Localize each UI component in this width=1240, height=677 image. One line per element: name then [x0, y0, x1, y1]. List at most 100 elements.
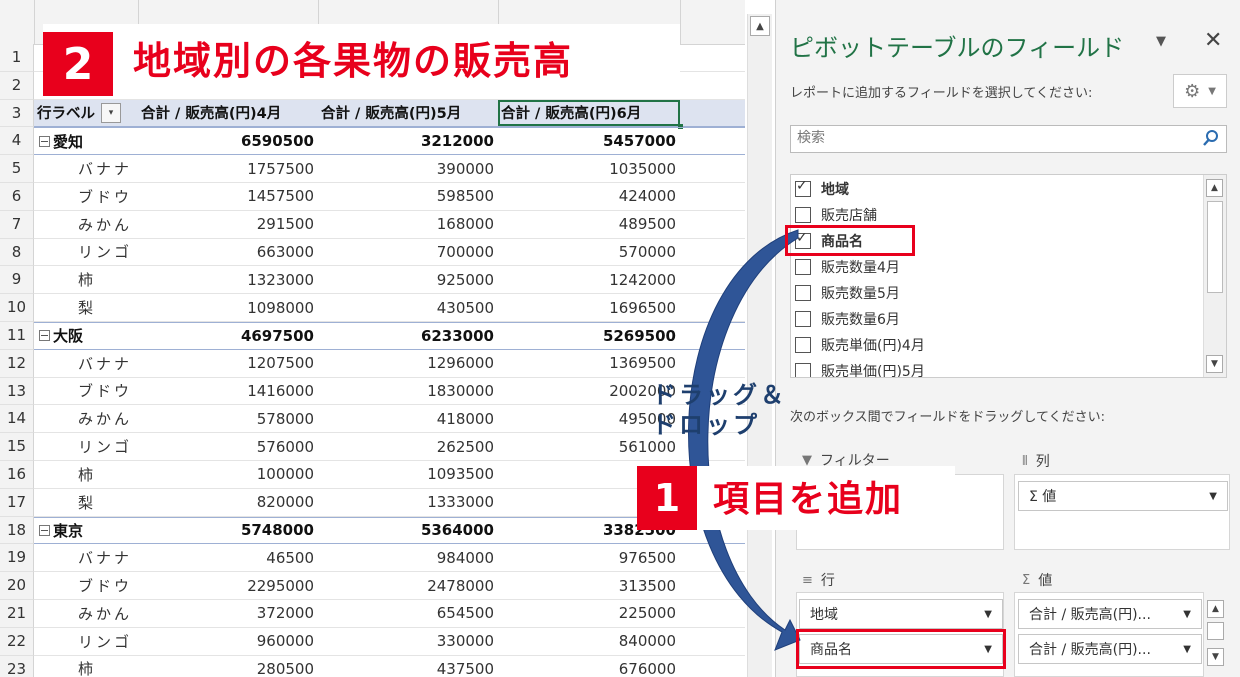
value-cell[interactable]: 984000: [318, 544, 498, 571]
row-number[interactable]: 1: [0, 44, 34, 72]
field-item[interactable]: 販売数量4月: [795, 255, 900, 279]
value-cell[interactable]: 663000: [138, 239, 318, 266]
values-scroll-thumb[interactable]: [1207, 622, 1224, 640]
field-item[interactable]: 地域: [795, 177, 849, 201]
value-cell[interactable]: 1333000: [318, 489, 498, 516]
value-cell[interactable]: 1242000: [498, 266, 680, 293]
value-cell[interactable]: 840000: [498, 628, 680, 655]
value-cell[interactable]: 576000: [138, 433, 318, 460]
header-sum-sales-4[interactable]: 合計 / 販売高(円)4月: [138, 100, 318, 127]
table-row[interactable]: ブドウ 1416000 1830000 2002000: [34, 378, 745, 406]
value-cell[interactable]: 1457500: [138, 183, 318, 210]
table-row[interactable]: 柿 280500 437500 676000: [34, 656, 745, 677]
table-row[interactable]: みかん 372000 654500 225000: [34, 600, 745, 628]
value-cell[interactable]: 976500: [498, 544, 680, 571]
value-cell[interactable]: 960000: [138, 628, 318, 655]
value-cell[interactable]: 1323000: [138, 266, 318, 293]
value-cell[interactable]: 598500: [318, 183, 498, 210]
item-label[interactable]: 梨: [34, 489, 138, 516]
value-cell[interactable]: 46500: [138, 544, 318, 571]
row-number[interactable]: 16: [0, 461, 34, 489]
value-cell[interactable]: 437500: [318, 656, 498, 677]
value-cell[interactable]: 1098000: [138, 294, 318, 321]
values-area-item[interactable]: 合計 / 販売高(円)... ▼: [1018, 634, 1202, 664]
row-number[interactable]: 23: [0, 655, 34, 677]
collapse-icon[interactable]: [39, 524, 50, 536]
table-row[interactable]: リンゴ 960000 330000 840000: [34, 628, 745, 656]
spreadsheet[interactable]: A B C D 12345678910111213141516171819202…: [0, 0, 745, 677]
row-number[interactable]: 19: [0, 544, 34, 573]
value-cell[interactable]: 1035000: [498, 155, 680, 182]
item-label[interactable]: バナナ: [34, 155, 138, 182]
table-row[interactable]: 柿 1323000 925000 1242000: [34, 266, 745, 295]
select-all-corner[interactable]: [0, 0, 35, 44]
value-cell[interactable]: 5269500: [498, 323, 680, 349]
item-label[interactable]: リンゴ: [34, 433, 138, 460]
value-cell[interactable]: 1696500: [498, 294, 680, 321]
value-cell[interactable]: 424000: [498, 183, 680, 210]
row-number[interactable]: 21: [0, 600, 34, 628]
value-cell[interactable]: 1369500: [498, 350, 680, 377]
row-number[interactable]: 6: [0, 183, 34, 211]
row-number[interactable]: 22: [0, 627, 34, 656]
field-item[interactable]: 販売店舗: [795, 203, 877, 227]
field-checkbox[interactable]: [795, 259, 811, 275]
row-number[interactable]: 14: [0, 405, 34, 434]
search-input[interactable]: [791, 126, 1183, 150]
scroll-up-button[interactable]: ▲: [750, 16, 770, 36]
value-cell[interactable]: 5748000: [138, 518, 318, 544]
field-list-scroll-down[interactable]: ▼: [1206, 355, 1223, 373]
item-label[interactable]: みかん: [34, 600, 138, 627]
tools-button[interactable]: ⚙ ▼: [1173, 74, 1227, 108]
item-label[interactable]: ブドウ: [34, 572, 138, 599]
values-scroll-up[interactable]: ▲: [1207, 600, 1224, 618]
value-cell[interactable]: 676000: [498, 656, 680, 677]
field-checkbox[interactable]: [795, 337, 811, 353]
value-cell[interactable]: 5457000: [498, 128, 680, 154]
item-label[interactable]: ブドウ: [34, 378, 138, 405]
region-label[interactable]: 大阪: [34, 323, 138, 349]
item-label[interactable]: 柿: [34, 266, 138, 293]
item-label[interactable]: ブドウ: [34, 183, 138, 210]
value-cell[interactable]: 1757500: [138, 155, 318, 182]
field-item[interactable]: 販売単価(円)5月: [795, 359, 925, 377]
field-item[interactable]: 販売数量5月: [795, 281, 900, 305]
row-number[interactable]: 18: [0, 516, 34, 545]
item-label[interactable]: 柿: [34, 461, 138, 488]
value-cell[interactable]: 5364000: [318, 518, 498, 544]
table-row[interactable]: ブドウ 2295000 2478000 313500: [34, 572, 745, 600]
value-cell[interactable]: 418000: [318, 405, 498, 432]
table-row[interactable]: リンゴ 576000 262500 561000: [34, 433, 745, 461]
table-row[interactable]: バナナ 1757500 390000 1035000: [34, 155, 745, 183]
table-row[interactable]: みかん 291500 168000 489500: [34, 211, 745, 239]
item-label[interactable]: 梨: [34, 294, 138, 321]
row-number[interactable]: 10: [0, 294, 34, 322]
field-checkbox[interactable]: [795, 207, 811, 223]
row-number[interactable]: 13: [0, 377, 34, 406]
value-cell[interactable]: 1093500: [318, 461, 498, 488]
values-area[interactable]: 合計 / 販売高(円)... ▼ 合計 / 販売高(円)... ▼: [1014, 592, 1204, 677]
field-checkbox[interactable]: [795, 285, 811, 301]
value-cell[interactable]: 570000: [498, 239, 680, 266]
item-label[interactable]: リンゴ: [34, 239, 138, 266]
value-cell[interactable]: 489500: [498, 211, 680, 238]
field-list-scrollbar[interactable]: ▲ ▼: [1203, 175, 1226, 377]
rows-area-item-region[interactable]: 地域 ▼: [799, 599, 1003, 629]
row-number[interactable]: 11: [0, 322, 34, 350]
item-label[interactable]: 柿: [34, 656, 138, 677]
table-row[interactable]: バナナ 46500 984000 976500: [34, 544, 745, 573]
item-label[interactable]: みかん: [34, 211, 138, 238]
value-cell[interactable]: 280500: [138, 656, 318, 677]
region-row[interactable]: 大阪 4697500 6233000 5269500: [34, 322, 745, 350]
collapse-icon[interactable]: [39, 135, 50, 147]
header-sum-sales-6[interactable]: 合計 / 販売高(円)6月: [498, 99, 683, 130]
value-cell[interactable]: 430500: [318, 294, 498, 321]
region-label[interactable]: 東京: [34, 518, 138, 544]
row-number[interactable]: 12: [0, 349, 34, 378]
value-cell[interactable]: 578000: [138, 405, 318, 432]
table-row[interactable]: みかん 578000 418000 495000: [34, 405, 745, 434]
table-row[interactable]: 梨 1098000 430500 1696500: [34, 294, 745, 322]
value-cell[interactable]: 1296000: [318, 350, 498, 377]
value-cell[interactable]: 313500: [498, 572, 680, 599]
table-row[interactable]: リンゴ 663000 700000 570000: [34, 239, 745, 267]
